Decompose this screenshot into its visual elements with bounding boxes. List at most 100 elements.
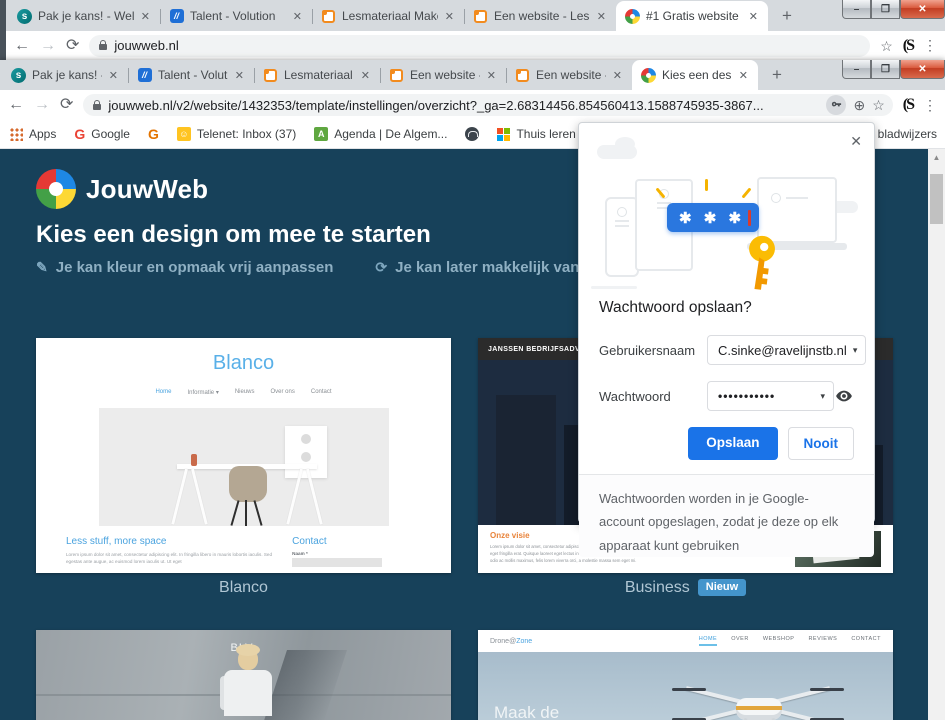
- vase: [191, 454, 197, 466]
- brand-name: JouwWeb: [86, 174, 208, 205]
- bookmark-telenet[interactable]: ☺ Telenet: Inbox (37): [177, 127, 296, 141]
- front-toolbar: ← → ⟳ jouwweb.nl/v2/website/1432353/temp…: [0, 90, 945, 120]
- scroll-up-icon[interactable]: ▲: [928, 149, 945, 165]
- extension-s-icon[interactable]: (S: [903, 37, 913, 55]
- minimize-button[interactable]: –: [842, 0, 871, 19]
- maximize-button[interactable]: ❐: [871, 0, 900, 19]
- close-button[interactable]: ✕: [900, 60, 945, 79]
- maximize-button[interactable]: ❐: [871, 60, 900, 79]
- forward-button[interactable]: →: [34, 97, 50, 113]
- show-password-eye-icon[interactable]: [834, 386, 854, 406]
- tab-close-icon[interactable]: ✕: [738, 69, 749, 82]
- page-scrollbar[interactable]: ▲: [928, 149, 945, 720]
- front-tab-strip: s Pak je kans! - ✕ // Talent - Volut ✕ L…: [0, 60, 945, 90]
- chevron-down-icon[interactable]: ▾: [820, 391, 825, 402]
- bookmark-google[interactable]: G Google: [74, 126, 130, 142]
- save-button[interactable]: Opslaan: [688, 427, 777, 460]
- chair: [227, 466, 269, 526]
- name-input: [292, 558, 382, 567]
- tab-een-website[interactable]: Een website - Lesm ✕: [464, 1, 616, 31]
- back-toolbar: ← → ⟳ jouwweb.nl ☆ (S ⋮: [6, 31, 945, 60]
- back-button[interactable]: ←: [8, 97, 24, 113]
- blanco-hero-image: [99, 408, 389, 526]
- new-tab-button[interactable]: +: [774, 3, 800, 29]
- template-card-blanco[interactable]: Blanco Home Informatie ▾ Nieuws Over ons…: [36, 338, 451, 573]
- reload-button[interactable]: ⟳: [60, 97, 73, 113]
- sharepoint-glyph: s: [11, 68, 26, 83]
- tab-gratis-website[interactable]: #1 Gratis website n ✕: [616, 1, 768, 31]
- key-glyph: [831, 100, 842, 111]
- tab-close-icon[interactable]: ✕: [596, 10, 607, 23]
- sharepoint-favicon-icon: s: [17, 9, 32, 24]
- avatar-icon: [771, 193, 781, 203]
- tab-close-icon[interactable]: ✕: [292, 10, 303, 23]
- back-tab-strip: s Pak je kans! - Welk ✕ // Talent - Volu…: [6, 0, 945, 31]
- template-label-business: BusinessNieuw: [478, 579, 893, 597]
- bookmark-star-icon[interactable]: ☆: [872, 98, 885, 112]
- tab-title: #1 Gratis website n: [646, 9, 742, 23]
- lock-icon: [93, 104, 101, 110]
- url-text[interactable]: jouwweb.nl: [114, 38, 862, 53]
- tab-close-icon[interactable]: ✕: [234, 69, 245, 82]
- tab-close-icon[interactable]: ✕: [140, 10, 151, 23]
- never-button[interactable]: Nooit: [788, 427, 855, 460]
- tab-close-icon[interactable]: ✕: [444, 10, 455, 23]
- tab-talent-volution[interactable]: // Talent - Volution ✕: [160, 1, 312, 31]
- address-bar[interactable]: jouwweb.nl: [89, 35, 870, 57]
- telenet-icon: ☺: [177, 127, 191, 141]
- tab-close-icon[interactable]: ✕: [486, 69, 497, 82]
- menu-kebab-icon[interactable]: ⋮: [923, 37, 937, 54]
- menu-kebab-icon[interactable]: ⋮: [923, 97, 937, 114]
- bookmark-star-icon[interactable]: ☆: [880, 39, 893, 53]
- username-select[interactable]: C.sinke@ravelijnstb.nl ▾: [707, 335, 866, 365]
- password-key-icon[interactable]: [826, 95, 846, 115]
- tab-title: Een website - Lesm: [494, 9, 590, 23]
- bookmark-globe[interactable]: [465, 127, 479, 141]
- dialog-title: Wachtwoord opslaan?: [599, 299, 854, 317]
- nav-item: Informatie ▾: [187, 389, 218, 396]
- address-bar[interactable]: jouwweb.nl/v2/website/1432353/template/i…: [83, 94, 892, 116]
- tab-close-icon[interactable]: ✕: [108, 69, 119, 82]
- username-row: Gebruikersnaam C.sinke@ravelijnstb.nl ▾: [599, 335, 854, 365]
- close-button[interactable]: ✕: [900, 0, 945, 19]
- forward-button[interactable]: →: [40, 38, 56, 54]
- new-tab-button[interactable]: +: [764, 62, 790, 88]
- chevron-down-icon[interactable]: ▾: [853, 345, 858, 356]
- back-browser-window: s Pak je kans! - Welk ✕ // Talent - Volu…: [6, 0, 945, 60]
- tab-lesmateriaal[interactable]: Lesmateriaal Make ✕: [312, 1, 464, 31]
- bookmarks-overflow-label[interactable]: bladwijzers: [878, 127, 937, 141]
- tab-close-icon[interactable]: ✕: [360, 69, 371, 82]
- bookmark-thuis-leren[interactable]: Thuis leren: [497, 127, 575, 141]
- bookmark-agenda[interactable]: A Agenda | De Algem...: [314, 127, 447, 141]
- tab-pak-je-kans[interactable]: s Pak je kans! - ✕: [2, 60, 128, 90]
- drone-site-logo: Drone@Zone: [490, 638, 532, 645]
- tab-title: Lesmateriaal Make: [342, 9, 438, 23]
- zoom-plus-icon[interactable]: ⊕: [853, 98, 865, 112]
- nieuw-badge: Nieuw: [698, 579, 746, 596]
- feature-list: ✎ Je kan kleur en opmaak vrij aanpassen …: [36, 259, 669, 276]
- tab-pak-je-kans[interactable]: s Pak je kans! - Welk ✕: [8, 1, 160, 31]
- article-heading: Less stuff, more space: [66, 536, 272, 547]
- scrollbar-thumb[interactable]: [930, 174, 943, 224]
- bookmark-g[interactable]: G: [148, 126, 159, 142]
- tab-kies-een-design[interactable]: Kies een desig ✕: [632, 60, 758, 90]
- tab-talent-volution[interactable]: // Talent - Volut ✕: [128, 60, 254, 90]
- tab-lesmateriaal[interactable]: Lesmateriaal ✕: [254, 60, 380, 90]
- drone-image: [678, 682, 838, 720]
- bookmark-label: Agenda | De Algem...: [334, 127, 447, 141]
- minimize-button[interactable]: –: [842, 60, 871, 79]
- back-button[interactable]: ←: [14, 38, 30, 54]
- url-text[interactable]: jouwweb.nl/v2/website/1432353/template/i…: [108, 98, 819, 113]
- reload-button[interactable]: ⟳: [66, 38, 79, 54]
- tab-een-website-2[interactable]: Een website - ✕: [506, 60, 632, 90]
- bookmark-apps[interactable]: Apps: [10, 127, 56, 141]
- template-card-blv[interactable]: BLV.: [36, 630, 451, 720]
- tab-een-website-1[interactable]: Een website - ✕: [380, 60, 506, 90]
- password-select[interactable]: ••••••••••• ▾: [707, 381, 834, 411]
- lessonup-favicon-icon: [515, 68, 530, 83]
- apps-grid-icon: [10, 128, 23, 141]
- tab-close-icon[interactable]: ✕: [748, 10, 759, 23]
- tab-close-icon[interactable]: ✕: [612, 69, 623, 82]
- extension-s-icon[interactable]: (S: [903, 96, 913, 114]
- template-card-drone[interactable]: Drone@Zone HOME OVER WEBSHOP REVIEWS CON…: [478, 630, 893, 720]
